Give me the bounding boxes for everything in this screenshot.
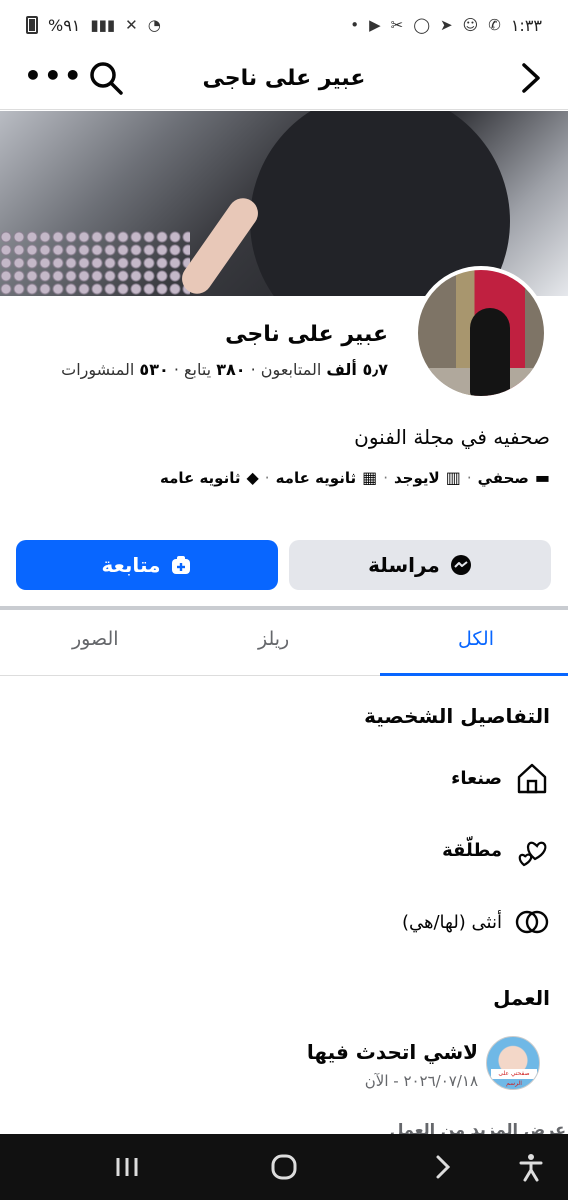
hearts-icon (514, 832, 550, 868)
school-icon: ▦ (362, 468, 378, 487)
battery-icon (26, 16, 38, 34)
chat-icon: ◯ (413, 16, 431, 34)
profile-bio: صحفيه في مجلة الفنون (354, 425, 550, 449)
detail-workplace: لايوجد (394, 468, 440, 487)
personal-details-title: التفاصيل الشخصية (364, 704, 550, 728)
profile-name: عبير على ناجى (225, 322, 388, 347)
telegram-icon: ➤ (440, 16, 453, 34)
youtube-icon: ▶ (369, 16, 381, 34)
posts-label: المنشورات (61, 360, 135, 379)
message-label: مراسلة (368, 553, 440, 577)
detail-gender-row: أنثى (لها/هي) (402, 904, 550, 940)
detail-school: ثانويه عامه (275, 468, 357, 487)
detail-gender: أنثى (لها/هي) (401, 911, 502, 933)
recent-apps-icon[interactable] (112, 1152, 142, 1182)
capcut-icon: ✂ (390, 16, 404, 34)
followers-label[interactable]: المتابعون (261, 360, 321, 379)
wifi-icon: ◔ (147, 16, 161, 34)
message-button[interactable]: مراسلة (289, 540, 551, 590)
add-friend-icon (172, 556, 191, 574)
messenger-icon (450, 555, 471, 575)
detail-relationship: مطلّقة (442, 839, 502, 861)
work-logo: صفحتي على الرسم (486, 1036, 540, 1090)
snapchat-icon: ☺ (462, 16, 479, 34)
work-name: لاشي اتحدث فيها (306, 1040, 478, 1064)
profile-details: ▬ صحفي · ▥ لايوجد · ▦ ثانويه عامه · ◆ ثا… (159, 468, 550, 487)
notification-dot-icon: • (350, 16, 360, 34)
detail-city: صنعاء (451, 767, 502, 789)
signal-icon: ▮▮▮ (90, 16, 116, 34)
whatsapp-icon: ✆ (488, 16, 501, 34)
status-bar: %٩١ ▮▮▮ ✕ ◔ • ▶ ✂ ◯ ➤ ☺ ✆ ١:٣٣ (0, 0, 568, 50)
follow-button[interactable]: متابعة (16, 540, 278, 590)
page-title: عبير على ناجى (202, 66, 366, 91)
home-button-icon[interactable] (269, 1152, 299, 1182)
follow-label: متابعة (101, 553, 161, 577)
work-title: العمل (493, 986, 550, 1010)
back-icon[interactable] (428, 1152, 458, 1182)
accessibility-icon[interactable] (516, 1152, 546, 1182)
detail-city-row: صنعاء (451, 760, 550, 796)
system-nav-bar (0, 1134, 568, 1200)
gender-rings-icon (514, 904, 550, 940)
active-tab-indicator (380, 673, 568, 676)
profile-stats: ٥٫٧ ألف المتابعون · ٣٨٠ يتابع · ٥٣٠ المن… (61, 360, 388, 379)
profile-header: ••• عبير على ناجى (0, 50, 568, 110)
tab-reels[interactable]: ريلز (258, 628, 289, 650)
detail-education: ثانويه عامه (159, 468, 241, 487)
followers-count[interactable]: ٥٫٧ ألف (326, 360, 388, 379)
work-date: ٢٠٢٦/٠٧/١٨ - الآن (364, 1072, 478, 1090)
posts-count: ٥٣٠ (139, 360, 169, 379)
profile-avatar[interactable] (414, 266, 548, 400)
clock: ١:٣٣ (510, 15, 542, 35)
detail-job: صحفي (477, 468, 529, 487)
work-item[interactable]: صفحتي على الرسم لاشي اتحدث فيها ٢٠٢٦/٠٧/… (20, 1036, 540, 1096)
graduation-cap-icon: ◆ (246, 468, 259, 487)
chevron-right-icon[interactable] (516, 60, 546, 96)
following-count[interactable]: ٣٨٠ (216, 360, 245, 379)
briefcase-icon: ▬ (534, 468, 550, 487)
profile-tabs: الصور ريلز الكل (0, 610, 568, 676)
tab-all[interactable]: الكل (458, 628, 494, 650)
home-icon (514, 760, 550, 796)
battery-level: %٩١ (48, 15, 81, 35)
mute-icon: ✕ (125, 16, 138, 34)
detail-relationship-row: مطلّقة (442, 832, 550, 868)
work-logo-text: صفحتي على الرسم (491, 1069, 537, 1087)
tab-photos[interactable]: الصور (72, 628, 119, 650)
building-icon: ▥ (445, 468, 461, 487)
following-label[interactable]: يتابع (184, 360, 211, 379)
